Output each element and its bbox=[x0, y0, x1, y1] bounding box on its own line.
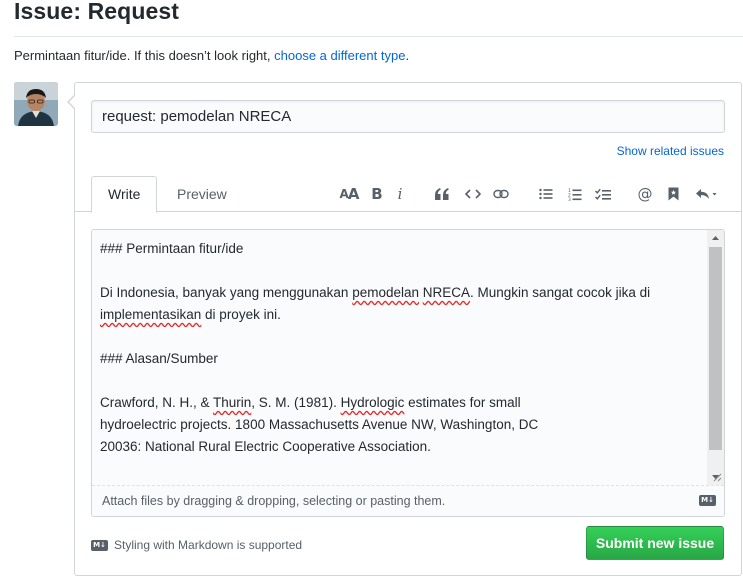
template-note-text: Permintaan fitur/ide. If this doesn’t lo… bbox=[14, 48, 271, 63]
spellcheck-word: NRECA bbox=[422, 285, 471, 300]
body-line: 20036: National Rural Electric Cooperati… bbox=[100, 439, 431, 454]
body-line: Crawford, N. H., & bbox=[100, 395, 214, 410]
reply-icon[interactable] bbox=[694, 184, 720, 204]
new-issue-form: Show related issues Write Preview AA B i… bbox=[67, 82, 742, 576]
body-line: ### Alasan/Sumber bbox=[100, 351, 218, 366]
header-text-icon[interactable]: AA bbox=[339, 184, 360, 204]
resize-grip-icon[interactable] bbox=[712, 472, 722, 482]
body-fragment: di proyek ini. bbox=[201, 307, 281, 322]
markdown-toolbar: AA B i 123 @ bbox=[75, 176, 741, 212]
issue-body-textarea[interactable]: ### Permintaan fitur/ide Di Indonesia, b… bbox=[92, 230, 706, 485]
markdown-icon: M↓ bbox=[91, 539, 108, 551]
scroll-up-arrow-icon[interactable] bbox=[707, 230, 724, 246]
spellcheck-word: Hydrologic bbox=[340, 395, 405, 410]
saved-reply-icon[interactable] bbox=[665, 184, 681, 204]
issue-body-editor[interactable]: ### Permintaan fitur/ide Di Indonesia, b… bbox=[91, 229, 725, 517]
attach-files-text: Attach files by dragging & dropping, sel… bbox=[102, 494, 446, 508]
link-icon[interactable] bbox=[492, 184, 510, 204]
template-note: Permintaan fitur/ide. If this doesn’t lo… bbox=[14, 48, 409, 63]
body-line: Di Indonesia, banyak yang menggunakan bbox=[100, 285, 353, 300]
page-title: Issue: Request bbox=[14, 0, 180, 24]
scrollbar-thumb[interactable] bbox=[709, 247, 722, 450]
body-line: hydroelectric projects. 1800 Massachuset… bbox=[100, 417, 539, 432]
attach-files-bar[interactable]: Attach files by dragging & dropping, sel… bbox=[92, 485, 724, 516]
code-icon[interactable] bbox=[464, 184, 482, 204]
bulleted-list-icon[interactable] bbox=[537, 184, 555, 204]
issue-title-input[interactable] bbox=[91, 100, 725, 133]
choose-different-type-link[interactable]: choose a different type bbox=[274, 48, 405, 63]
title-divider bbox=[14, 36, 743, 37]
italic-icon[interactable]: i bbox=[394, 184, 406, 204]
spellcheck-word: pemodelan bbox=[352, 285, 419, 300]
body-fragment: , S. M. (1981). bbox=[251, 395, 341, 410]
body-fragment: . Mungkin sangat cocok jika di bbox=[470, 285, 651, 300]
template-note-end: . bbox=[405, 48, 410, 63]
body-line: ### Permintaan fitur/ide bbox=[100, 241, 244, 256]
avatar[interactable] bbox=[14, 82, 58, 126]
markdown-support-note[interactable]: M↓ Styling with Markdown is supported bbox=[91, 538, 302, 552]
quote-icon[interactable] bbox=[433, 184, 451, 204]
bold-icon[interactable]: B bbox=[370, 184, 384, 204]
task-list-icon[interactable] bbox=[593, 184, 613, 204]
svg-text:3: 3 bbox=[568, 197, 571, 201]
mention-icon[interactable]: @ bbox=[636, 184, 654, 204]
numbered-list-icon[interactable]: 123 bbox=[566, 184, 584, 204]
body-fragment: estimates for small bbox=[404, 395, 521, 410]
markdown-icon: M↓ bbox=[699, 495, 716, 506]
show-related-issues-link[interactable]: Show related issues bbox=[617, 144, 724, 158]
spellcheck-word: Thurin bbox=[213, 395, 252, 410]
editor-tabnav: Write Preview AA B i 123 @ bbox=[75, 176, 741, 213]
spellcheck-word: implementasikan bbox=[100, 307, 202, 322]
submit-new-issue-button[interactable]: Submit new issue bbox=[586, 526, 724, 560]
editor-scrollbar[interactable] bbox=[707, 230, 724, 485]
markdown-support-text: Styling with Markdown is supported bbox=[114, 538, 303, 552]
avatar-image bbox=[14, 82, 58, 126]
